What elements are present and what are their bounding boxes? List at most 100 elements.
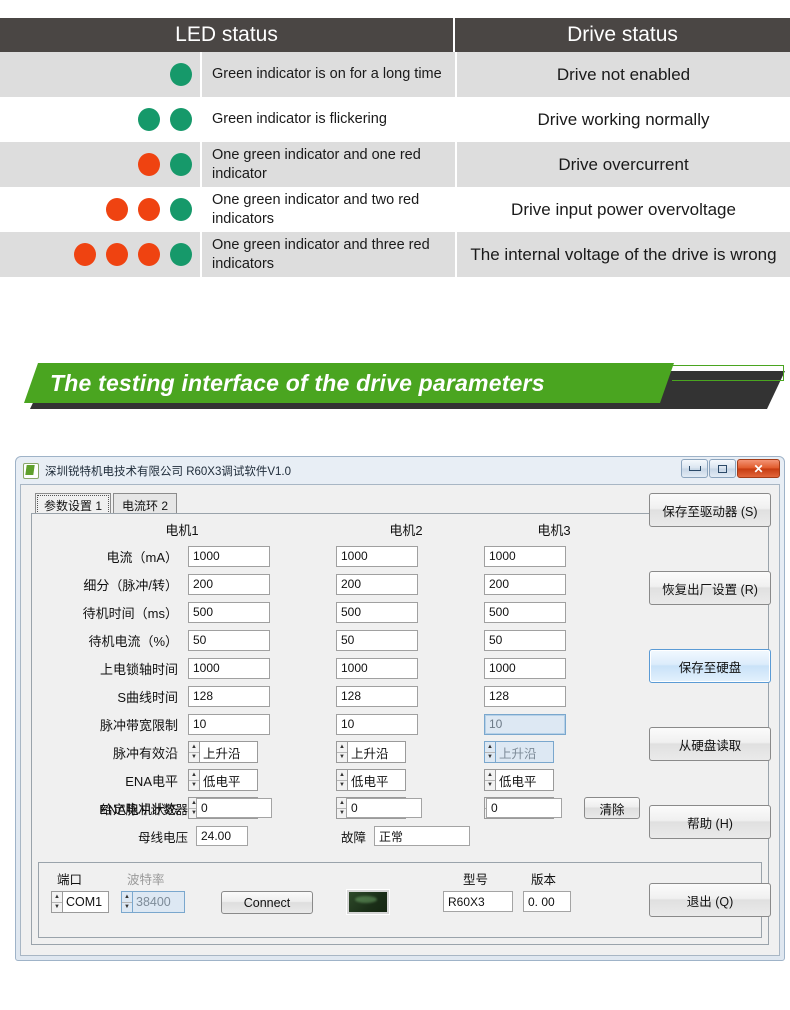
spinner-value[interactable]: 低电平: [200, 769, 258, 791]
parameter-spinner-motor3[interactable]: ▲ ▼ 低电平: [484, 769, 632, 791]
spin-down-icon: ▼: [124, 904, 130, 911]
save-to-disk-button[interactable]: 保存至硬盘: [649, 649, 771, 683]
banner-outline: [672, 365, 784, 381]
spin-down-icon[interactable]: ▼: [337, 753, 347, 763]
spin-down-icon[interactable]: ▼: [189, 753, 199, 763]
parameter-cell: 50: [336, 629, 484, 651]
save-to-driver-button[interactable]: 保存至驱动器 (S): [649, 493, 771, 527]
parameter-input-motor3[interactable]: 1000: [484, 545, 566, 567]
read-from-disk-button[interactable]: 从硬盘读取: [649, 727, 771, 761]
spin-down-icon[interactable]: ▼: [485, 781, 495, 791]
parameter-input-motor2[interactable]: 200: [336, 573, 418, 595]
parameter-input-motor1[interactable]: 500: [188, 601, 270, 623]
parameter-input-motor3[interactable]: 200: [484, 573, 566, 595]
parameter-input-motor2[interactable]: 1000: [336, 657, 418, 679]
parameter-input-motor2[interactable]: 10: [336, 713, 418, 735]
parameter-cell: 128: [188, 685, 336, 707]
parameter-input-motor1[interactable]: 1000: [188, 657, 270, 679]
spin-up-icon[interactable]: ▲: [337, 742, 347, 753]
parameter-input-motor1[interactable]: 50: [188, 629, 270, 651]
spinner-buttons[interactable]: ▲▼: [188, 741, 200, 763]
spinner-buttons[interactable]: ▲▼: [484, 769, 496, 791]
spin-down-icon[interactable]: ▼: [189, 781, 199, 791]
spin-down-icon[interactable]: ▼: [337, 781, 347, 791]
parameter-input-motor1[interactable]: 200: [188, 573, 270, 595]
column-head-motor2: 电机2: [389, 523, 423, 538]
connect-button[interactable]: Connect: [221, 891, 313, 914]
spin-up-icon[interactable]: ▲: [337, 770, 347, 781]
parameter-input-motor3[interactable]: 1000: [484, 657, 566, 679]
spin-down-icon: ▼: [487, 754, 493, 761]
parameter-label: 脉冲有效沿: [112, 745, 178, 761]
parameter-cell: 500: [188, 601, 336, 623]
parameter-input-motor2[interactable]: 128: [336, 685, 418, 707]
column-head-motor1: 电机1: [165, 523, 199, 538]
baud-rate-label: 波特率: [127, 873, 165, 887]
restore-factory-settings-button[interactable]: 恢复出厂设置 (R): [649, 571, 771, 605]
port-spinner-buttons[interactable]: ▲ ▼: [51, 891, 63, 913]
maximize-button[interactable]: [709, 459, 736, 478]
bus-voltage-field[interactable]: 24.00: [196, 826, 248, 846]
parameter-input-motor3[interactable]: 500: [484, 601, 566, 623]
parameter-input-motor1[interactable]: 128: [188, 685, 270, 707]
spinner-buttons: ▲ ▼: [484, 741, 496, 763]
spin-up-icon[interactable]: ▲: [485, 770, 495, 781]
spin-down-icon[interactable]: ▼: [52, 903, 62, 913]
parameter-input-motor1[interactable]: 1000: [188, 545, 270, 567]
parameter-cell: 1000: [188, 657, 336, 679]
model-field: R60X3: [443, 891, 513, 912]
baud-spinner-buttons: ▲ ▼: [121, 891, 133, 913]
led-indicator-cell: [0, 232, 200, 277]
led-status-text: Green indicator is on for a long time: [200, 52, 455, 97]
window-controls: ✕: [681, 459, 780, 478]
led-indicator-cell: [0, 97, 200, 142]
minimize-button[interactable]: [681, 459, 708, 478]
close-icon: ✕: [753, 461, 764, 476]
spinner-value[interactable]: 低电平: [348, 769, 406, 791]
pulse-counter-field-1[interactable]: 0: [196, 798, 272, 818]
window-titlebar[interactable]: 深圳锐特机电技术有限公司 R60X3调试软件V1.0 ✕: [19, 459, 781, 482]
parameter-input-motor1[interactable]: 10: [188, 713, 270, 735]
spin-up-icon[interactable]: ▲: [52, 892, 62, 903]
clear-button[interactable]: 清除: [584, 797, 640, 819]
spin-up-icon[interactable]: ▲: [189, 770, 199, 781]
parameter-label: 电流（mA）: [106, 549, 178, 565]
spinner-buttons[interactable]: ▲▼: [188, 769, 200, 791]
parameter-cell: 500: [336, 601, 484, 623]
exit-button[interactable]: 退出 (Q): [649, 883, 771, 917]
help-button[interactable]: 帮助 (H): [649, 805, 771, 839]
pulse-counter-field-2[interactable]: 0: [346, 798, 422, 818]
spinner-value[interactable]: 低电平: [496, 769, 554, 791]
drive-status-text: Drive working normally: [455, 97, 790, 142]
red-led-icon: [74, 243, 96, 266]
spinner-value[interactable]: 上升沿: [200, 741, 258, 763]
parameter-spinner-motor1[interactable]: ▲ ▼ 低电平: [188, 769, 336, 791]
parameter-input-motor2[interactable]: 1000: [336, 545, 418, 567]
model-label: 型号: [463, 873, 489, 887]
side-button-column: 保存至驱动器 (S) 恢复出厂设置 (R) 保存至硬盘从硬盘读取帮助 (H) 退出 (…: [649, 493, 771, 961]
pulse-counter-field-3[interactable]: 0: [486, 798, 562, 818]
parameter-input-motor3[interactable]: 128: [484, 685, 566, 707]
port-spinner[interactable]: ▲ ▼ COM1: [51, 891, 109, 913]
spinner-value[interactable]: 上升沿: [348, 741, 406, 763]
parameter-input-motor3[interactable]: 50: [484, 629, 566, 651]
application-window: 深圳锐特机电技术有限公司 R60X3调试软件V1.0 ✕ 参数设置 1 电流环 …: [15, 456, 785, 961]
parameter-input-motor2[interactable]: 500: [336, 601, 418, 623]
spinner-buttons[interactable]: ▲▼: [336, 741, 348, 763]
version-field: 0. 00: [523, 891, 571, 912]
spinner-buttons[interactable]: ▲▼: [336, 769, 348, 791]
parameter-input-motor2[interactable]: 50: [336, 629, 418, 651]
parameter-spinner-motor2[interactable]: ▲ ▼ 低电平: [336, 769, 484, 791]
parameter-cell: ▲ ▼ 低电平: [188, 769, 336, 791]
table-body: Green indicator is on for a long time Dri…: [0, 52, 790, 277]
red-led-icon: [106, 198, 128, 221]
spin-up-icon[interactable]: ▲: [189, 742, 199, 753]
close-button[interactable]: ✕: [737, 459, 780, 478]
window-client-area: 参数设置 1 电流环 2 电机1 电机2 电机3 电流（mA） 1000 1000 1…: [20, 484, 780, 956]
parameter-label: S曲线时间: [117, 689, 178, 705]
port-value[interactable]: COM1: [63, 891, 109, 913]
table-row: Green indicator is flickering Drive worki…: [0, 97, 790, 142]
parameter-spinner-motor2[interactable]: ▲ ▼ 上升沿: [336, 741, 484, 763]
baud-rate-spinner: ▲ ▼ 38400: [121, 891, 185, 913]
parameter-spinner-motor1[interactable]: ▲ ▼ 上升沿: [188, 741, 336, 763]
